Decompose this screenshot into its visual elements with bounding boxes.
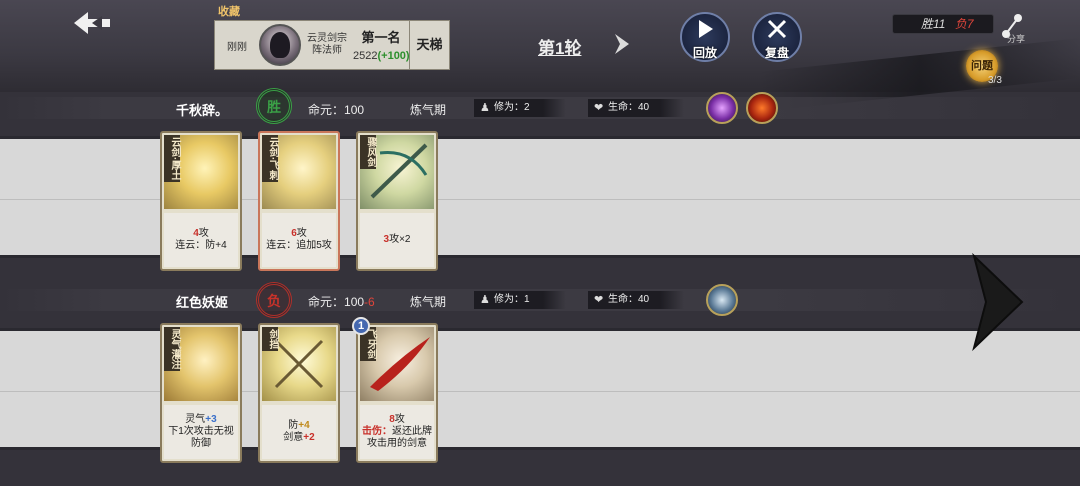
hp-value: 40	[638, 294, 650, 305]
life-delta: -6	[364, 295, 375, 309]
card-name: 云剑·飞刺	[262, 135, 278, 183]
favorite-label[interactable]: 收藏	[218, 3, 240, 19]
round-title[interactable]: 第1轮	[538, 34, 581, 59]
player2-hp: ❤ 生命：40	[588, 291, 684, 309]
card-name: 云剑·厚土	[164, 135, 180, 183]
review-button[interactable]: 复盘	[752, 12, 802, 62]
rating-value: 2522	[353, 49, 378, 62]
cultivation-label: 修为：	[494, 294, 524, 305]
card-name: 骤风剑	[360, 135, 376, 169]
play-icon	[682, 14, 728, 46]
loss-count: 负7	[954, 17, 974, 31]
heart-icon: ❤	[594, 294, 604, 306]
player1-hp: ❤ 生命：40	[588, 99, 684, 117]
cultivation-value: 2	[524, 102, 530, 113]
card-cloud-sword-fly[interactable]: 云剑·飞刺 6攻 连云：追加5攻	[258, 131, 340, 271]
replay-button[interactable]: 回放	[680, 12, 730, 62]
card-name: 剑挡	[262, 327, 278, 351]
player2-realm: 炼气期	[410, 295, 447, 309]
card-spirit-infusion[interactable]: 灵气灌注 灵气+3 下1次攻击无视防御	[160, 323, 242, 463]
review-label: 复盘	[764, 46, 789, 60]
share-label: 分享	[1007, 34, 1026, 44]
card-description: 6攻 连云：追加5攻	[262, 213, 336, 267]
cultivation-label: 修为：	[494, 102, 524, 113]
player1-name: 千秋辞。	[176, 103, 229, 118]
player1-result-seal: 胜	[256, 88, 292, 124]
sect-name: 云灵剑宗	[307, 33, 347, 44]
back-arrow-icon	[74, 12, 110, 34]
life-label: 命元：	[308, 295, 345, 309]
hp-label: 生命：	[608, 102, 638, 113]
player2-name: 红色妖姬	[176, 295, 229, 310]
crossed-swords-icon	[754, 14, 800, 46]
card-cloud-sword-earth[interactable]: 云剑·厚土 4攻 连云：防+4	[160, 131, 242, 271]
player1-cultivation: ♟ 修为：2	[474, 99, 566, 117]
cultivation-value: 1	[524, 294, 530, 305]
card-gale-sword[interactable]: 骤风剑 3攻×2	[356, 131, 438, 271]
last-active-status: 刚刚	[227, 41, 247, 53]
life-value: 100	[344, 295, 365, 309]
next-page-arrow-icon[interactable]	[968, 252, 1028, 352]
player2-life: 命元：100-6	[308, 293, 375, 310]
fire-dragon-buff-icon[interactable]	[746, 92, 778, 124]
opponent-info-card[interactable]: 刚刚 云灵剑宗 阵法师 第一名 2522(+100) 天梯	[214, 20, 450, 70]
chevron-right-icon	[615, 34, 629, 54]
purple-spirit-buff-icon[interactable]	[706, 92, 738, 124]
player-avatar	[259, 24, 301, 66]
card-name: 灵气灌注	[164, 327, 180, 371]
card-description: 灵气+3 下1次攻击无视防御	[164, 405, 238, 459]
card-description: 4攻 连云：防+4	[164, 213, 238, 267]
player1-realm: 炼气期	[410, 103, 447, 117]
person-icon: ♟	[480, 102, 490, 114]
replay-label: 回放	[692, 46, 717, 60]
topic-count: 3/3	[988, 75, 1002, 86]
card-level-badge: 1	[352, 317, 370, 335]
player-rank: 第一名 2522(+100)	[353, 27, 410, 64]
card-description: 3攻×2	[360, 213, 434, 267]
card-sword-block[interactable]: 剑挡 防+4 剑意+2	[258, 323, 340, 463]
ladder-mode-label: 天梯	[409, 21, 449, 69]
card-description: 防+4 剑意+2	[262, 405, 336, 459]
life-label: 命元：	[308, 103, 345, 117]
player-sect: 云灵剑宗 阵法师	[301, 33, 353, 57]
hp-value: 40	[638, 102, 650, 113]
portrait-buff-icon[interactable]	[706, 284, 738, 316]
person-icon: ♟	[480, 294, 490, 306]
win-loss-record: 胜11 负7	[892, 14, 994, 34]
win-count: 胜11	[921, 17, 946, 31]
life-value: 100	[344, 103, 365, 117]
player2-cultivation: ♟ 修为：1	[474, 291, 566, 309]
card-description: 8攻 击伤：返还此牌攻击用的剑意	[360, 405, 434, 459]
player-role: 阵法师	[312, 45, 342, 56]
player2-result-seal: 负	[256, 282, 292, 318]
back-button[interactable]	[70, 8, 114, 38]
card-fang-sword[interactable]: 飞牙剑 1 8攻 击伤：返还此牌攻击用的剑意	[352, 317, 438, 463]
rank-title: 第一名	[361, 29, 401, 45]
next-round-button[interactable]	[612, 32, 632, 62]
hp-label: 生命：	[608, 294, 638, 305]
rating-delta: (+100)	[377, 49, 410, 62]
heart-icon: ❤	[594, 102, 604, 114]
player1-life: 命元：100	[308, 101, 364, 118]
